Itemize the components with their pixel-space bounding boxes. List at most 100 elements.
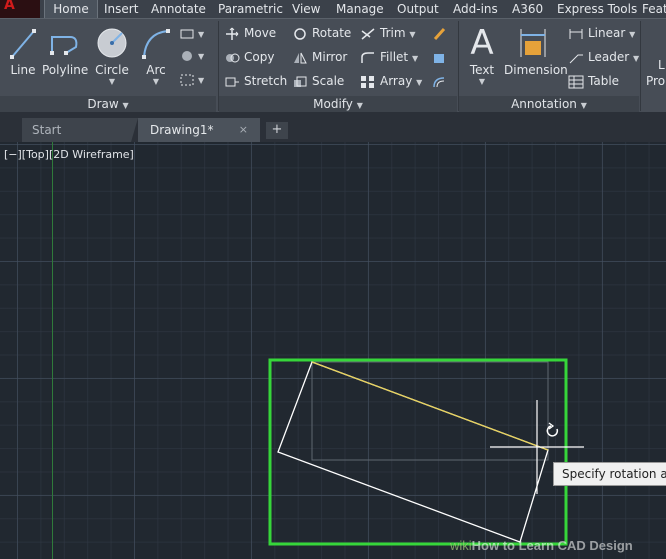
circle-label: Circle xyxy=(95,63,129,77)
scale-tool[interactable]: Scale xyxy=(292,71,344,91)
stretch-tool[interactable]: Stretch xyxy=(224,71,287,91)
rotate-tool[interactable]: Rotate xyxy=(292,23,351,43)
array-icon xyxy=(361,75,374,88)
fillet-label: Fillet xyxy=(380,50,409,64)
move-label: Move xyxy=(244,26,277,40)
layer-label-partial: L xyxy=(658,58,665,72)
linear-label: Linear xyxy=(588,26,626,40)
offset-tool[interactable] xyxy=(432,71,452,91)
mirror-icon xyxy=(294,52,307,63)
tab-parametric[interactable]: Parametric xyxy=(218,0,283,18)
panel-divider xyxy=(640,21,641,111)
modify-panel-label: Modify xyxy=(313,97,353,111)
chevron-down-icon[interactable]: ▼ xyxy=(138,77,174,86)
new-tab-button[interactable]: + xyxy=(266,122,288,139)
tab-drawing1[interactable]: Drawing1* × xyxy=(138,118,260,142)
arc-icon xyxy=(142,29,170,59)
chevron-down-icon: ▼ xyxy=(356,101,363,110)
rectangle-icon xyxy=(180,29,194,38)
line-label: Line xyxy=(10,63,36,77)
polyline-tool[interactable]: Polyline xyxy=(42,23,88,77)
rotate-icon xyxy=(294,27,306,40)
fillet-icon xyxy=(361,51,374,63)
line-icon xyxy=(10,29,36,59)
explode-tool[interactable] xyxy=(432,47,452,67)
table-tool[interactable]: Table xyxy=(568,71,619,91)
stretch-label: Stretch xyxy=(244,74,288,88)
tab-annotate[interactable]: Annotate xyxy=(151,0,206,18)
tab-view[interactable]: View xyxy=(292,0,320,18)
polyline-icon xyxy=(50,36,78,55)
table-icon xyxy=(568,75,584,88)
rectangle-tool[interactable]: ▼ xyxy=(180,23,204,43)
app-menu-button[interactable]: A xyxy=(0,0,40,18)
drawing-geometry xyxy=(268,358,584,546)
arc-label: Arc xyxy=(146,63,166,77)
tab-drawing1-label: Drawing1* xyxy=(150,123,214,137)
rotating-rectangle xyxy=(277,361,549,543)
rotate-label: Rotate xyxy=(312,26,352,40)
tab-start[interactable]: Start xyxy=(22,118,138,142)
tab-start-label: Start xyxy=(32,123,62,137)
table-label: Table xyxy=(588,74,620,88)
array-tool[interactable]: Array ▼ xyxy=(360,71,422,91)
arc-tool[interactable]: Arc ▼ xyxy=(138,23,174,86)
drawing-canvas[interactable]: [−][Top][2D Wireframe] Specify rotation … xyxy=(0,142,666,559)
ribbon-tab-bar: A Home Insert Annotate Parametric View M… xyxy=(0,0,666,19)
watermark-text: How to Learn CAD Design xyxy=(471,538,633,553)
watermark: wikiHow to Learn CAD Design xyxy=(450,538,633,553)
hatch-icon xyxy=(182,50,192,61)
stretch-icon xyxy=(225,77,239,86)
tab-home[interactable]: Home xyxy=(44,0,98,19)
annotation-panel-title[interactable]: Annotation ▼ xyxy=(459,96,639,112)
rotate-cursor-icon xyxy=(546,422,559,437)
circle-tool[interactable]: Circle ▼ xyxy=(94,23,130,86)
tab-manage[interactable]: Manage xyxy=(336,0,384,18)
dimension-tool[interactable]: Dimension xyxy=(504,23,568,77)
tab-express-tools[interactable]: Express Tools xyxy=(557,0,637,18)
line-tool[interactable]: Line xyxy=(8,23,38,77)
properties-partial[interactable]: Prop xyxy=(646,71,666,91)
move-tool[interactable]: Move xyxy=(224,23,276,43)
offset-icon xyxy=(433,76,445,87)
tab-add-ins[interactable]: Add-ins xyxy=(453,0,498,18)
copy-label: Copy xyxy=(244,50,275,64)
modify-panel-title[interactable]: Modify ▼ xyxy=(219,96,457,112)
tab-featured[interactable]: Featu xyxy=(642,0,666,18)
dimension-icon xyxy=(520,29,546,57)
chevron-down-icon: ▼ xyxy=(122,101,129,110)
draw-panel-title[interactable]: Draw ▼ xyxy=(0,96,216,112)
close-icon[interactable]: × xyxy=(239,118,248,142)
linear-dimension-icon xyxy=(569,28,583,39)
erase-icon xyxy=(433,27,446,40)
hatch-tool[interactable]: ▼ xyxy=(180,45,204,65)
scale-label: Scale xyxy=(312,74,345,88)
tab-a360[interactable]: A360 xyxy=(512,0,543,18)
trim-icon xyxy=(361,27,375,40)
chevron-down-icon[interactable]: ▼ xyxy=(94,77,130,86)
region-tool[interactable]: ▼ xyxy=(180,69,204,89)
fillet-tool[interactable]: Fillet ▼ xyxy=(360,47,418,67)
explode-icon xyxy=(434,53,444,63)
plus-icon: + xyxy=(271,122,283,137)
chevron-down-icon[interactable]: ▼ xyxy=(466,77,498,86)
properties-label-partial: Prop xyxy=(646,74,666,88)
selection-window xyxy=(268,358,568,546)
file-tab-bar: Start Drawing1* × + xyxy=(0,112,666,142)
copy-tool[interactable]: Copy xyxy=(224,47,274,67)
tab-insert[interactable]: Insert xyxy=(104,0,138,18)
leader-label: Leader xyxy=(588,50,630,64)
text-tool[interactable]: A Text ▼ xyxy=(466,23,498,86)
leader-tool[interactable]: Leader ▼ xyxy=(568,47,639,67)
annotation-panel-label: Annotation xyxy=(511,97,577,111)
erase-tool[interactable] xyxy=(432,23,452,43)
chevron-down-icon: ▼ xyxy=(580,101,587,110)
linear-tool[interactable]: Linear ▼ xyxy=(568,23,635,43)
tab-output[interactable]: Output xyxy=(397,0,439,18)
move-icon xyxy=(226,27,239,40)
draw-panel-label: Draw xyxy=(87,97,119,111)
trim-tool[interactable]: Trim ▼ xyxy=(360,23,416,43)
mirror-tool[interactable]: Mirror xyxy=(292,47,347,67)
watermark-prefix: wiki xyxy=(450,538,472,553)
scale-icon xyxy=(294,76,307,87)
